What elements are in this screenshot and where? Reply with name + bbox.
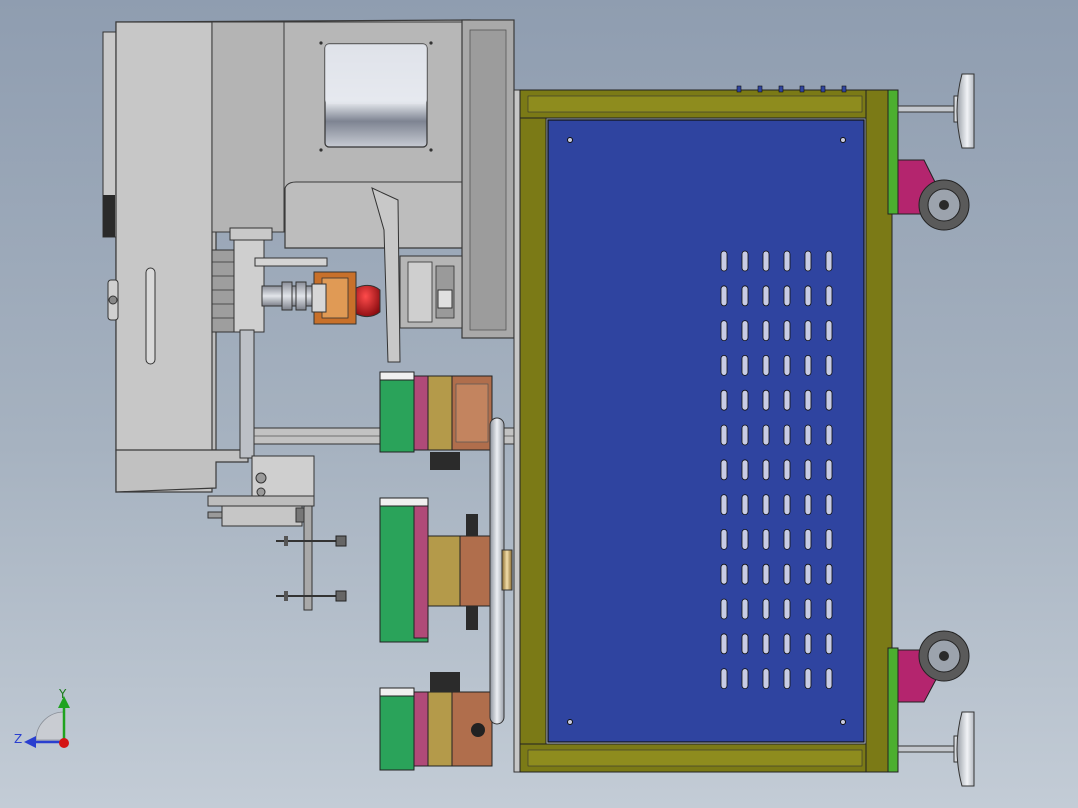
vent-slot bbox=[741, 529, 749, 550]
vent-slot bbox=[825, 285, 833, 307]
vent-slot bbox=[720, 633, 728, 655]
caster-bottom bbox=[897, 630, 970, 703]
vent-slot bbox=[804, 250, 812, 272]
vent-slot bbox=[804, 285, 812, 307]
vent-slot bbox=[804, 459, 812, 481]
vent-slot bbox=[720, 354, 728, 376]
vent-slot bbox=[741, 598, 749, 620]
vent-slot bbox=[804, 354, 812, 376]
vent-slot bbox=[804, 494, 812, 516]
vent-slot bbox=[762, 563, 770, 585]
vent-slot bbox=[783, 424, 791, 446]
vent-slot bbox=[720, 424, 728, 446]
leveling-foot-bottom bbox=[897, 711, 975, 787]
vent-slot bbox=[804, 320, 812, 342]
inspection-window bbox=[319, 41, 433, 152]
vent-slot bbox=[783, 563, 791, 585]
vent-slot bbox=[741, 354, 749, 376]
leveling-foot-top bbox=[897, 73, 975, 149]
access-panel bbox=[547, 119, 865, 743]
sensor-bracket bbox=[207, 455, 347, 611]
vent-slot bbox=[783, 354, 791, 376]
vent-slot bbox=[720, 598, 728, 620]
vent-slot bbox=[825, 529, 833, 550]
vent-slot bbox=[825, 354, 833, 376]
vent-slot bbox=[762, 250, 770, 272]
vent-slot bbox=[762, 668, 770, 689]
caster-top bbox=[897, 159, 970, 231]
vent-slot bbox=[783, 633, 791, 655]
vent-slot bbox=[762, 389, 770, 411]
vent-slot bbox=[825, 633, 833, 655]
vent-slot bbox=[804, 633, 812, 655]
vent-slot bbox=[720, 389, 728, 411]
vent-slot bbox=[825, 389, 833, 411]
vent-slot bbox=[783, 598, 791, 620]
cylinder-block-middle bbox=[379, 497, 491, 643]
vent-slot bbox=[804, 529, 812, 550]
vent-slot bbox=[783, 459, 791, 481]
vent-slot bbox=[825, 494, 833, 516]
vent-slot bbox=[762, 459, 770, 481]
vent-slot bbox=[720, 459, 728, 481]
vent-slot bbox=[720, 285, 728, 307]
vent-slot bbox=[783, 285, 791, 307]
vent-slot bbox=[762, 633, 770, 655]
vent-slot bbox=[825, 320, 833, 342]
vent-slot bbox=[825, 459, 833, 481]
vent-slot bbox=[804, 668, 812, 689]
vent-slot bbox=[720, 563, 728, 585]
y-axis-label: Y bbox=[58, 687, 67, 701]
vent-slot bbox=[804, 563, 812, 585]
vent-slot bbox=[762, 424, 770, 446]
vent-slot bbox=[783, 668, 791, 689]
vent-slot bbox=[783, 494, 791, 516]
vent-slot bbox=[804, 389, 812, 411]
vent-slot bbox=[741, 389, 749, 411]
vent-slot bbox=[783, 529, 791, 550]
vent-slot bbox=[804, 598, 812, 620]
vent-slot bbox=[720, 250, 728, 272]
x-axis-origin-dot bbox=[59, 738, 69, 748]
vent-slot bbox=[720, 494, 728, 516]
vent-slot bbox=[804, 424, 812, 446]
cad-viewport[interactable]: Y Z bbox=[0, 0, 1078, 808]
vent-slot bbox=[783, 250, 791, 272]
cylinder-block-bottom bbox=[379, 672, 493, 771]
vent-slot bbox=[762, 354, 770, 376]
vent-slot bbox=[741, 320, 749, 342]
vent-slot bbox=[741, 424, 749, 446]
vent-slot bbox=[762, 598, 770, 620]
z-axis-arrow bbox=[24, 736, 36, 748]
vent-slot bbox=[825, 598, 833, 620]
vent-slot bbox=[741, 494, 749, 516]
vent-slot bbox=[825, 668, 833, 689]
vent-slot bbox=[741, 563, 749, 585]
cad-model-view[interactable]: Y Z bbox=[0, 0, 1078, 808]
vent-slot bbox=[720, 668, 728, 689]
vent-slot bbox=[741, 250, 749, 272]
cylinder-block-top bbox=[379, 371, 493, 470]
rotary-disc bbox=[489, 417, 513, 725]
vent-slot bbox=[741, 285, 749, 307]
vent-slot bbox=[825, 424, 833, 446]
vent-slot bbox=[720, 529, 728, 550]
vent-slot bbox=[741, 459, 749, 481]
vent-slot bbox=[762, 320, 770, 342]
vent-slot bbox=[825, 250, 833, 272]
vent-slot bbox=[720, 320, 728, 342]
axis-triad[interactable]: Y Z bbox=[14, 687, 70, 748]
vent-slot bbox=[762, 285, 770, 307]
vent-slot bbox=[741, 668, 749, 689]
vent-slot bbox=[762, 529, 770, 550]
vent-slot bbox=[783, 389, 791, 411]
z-axis-label: Z bbox=[14, 732, 22, 746]
vent-slot bbox=[783, 320, 791, 342]
vent-slot bbox=[762, 494, 770, 516]
vent-slot bbox=[741, 633, 749, 655]
vent-slot bbox=[825, 563, 833, 585]
